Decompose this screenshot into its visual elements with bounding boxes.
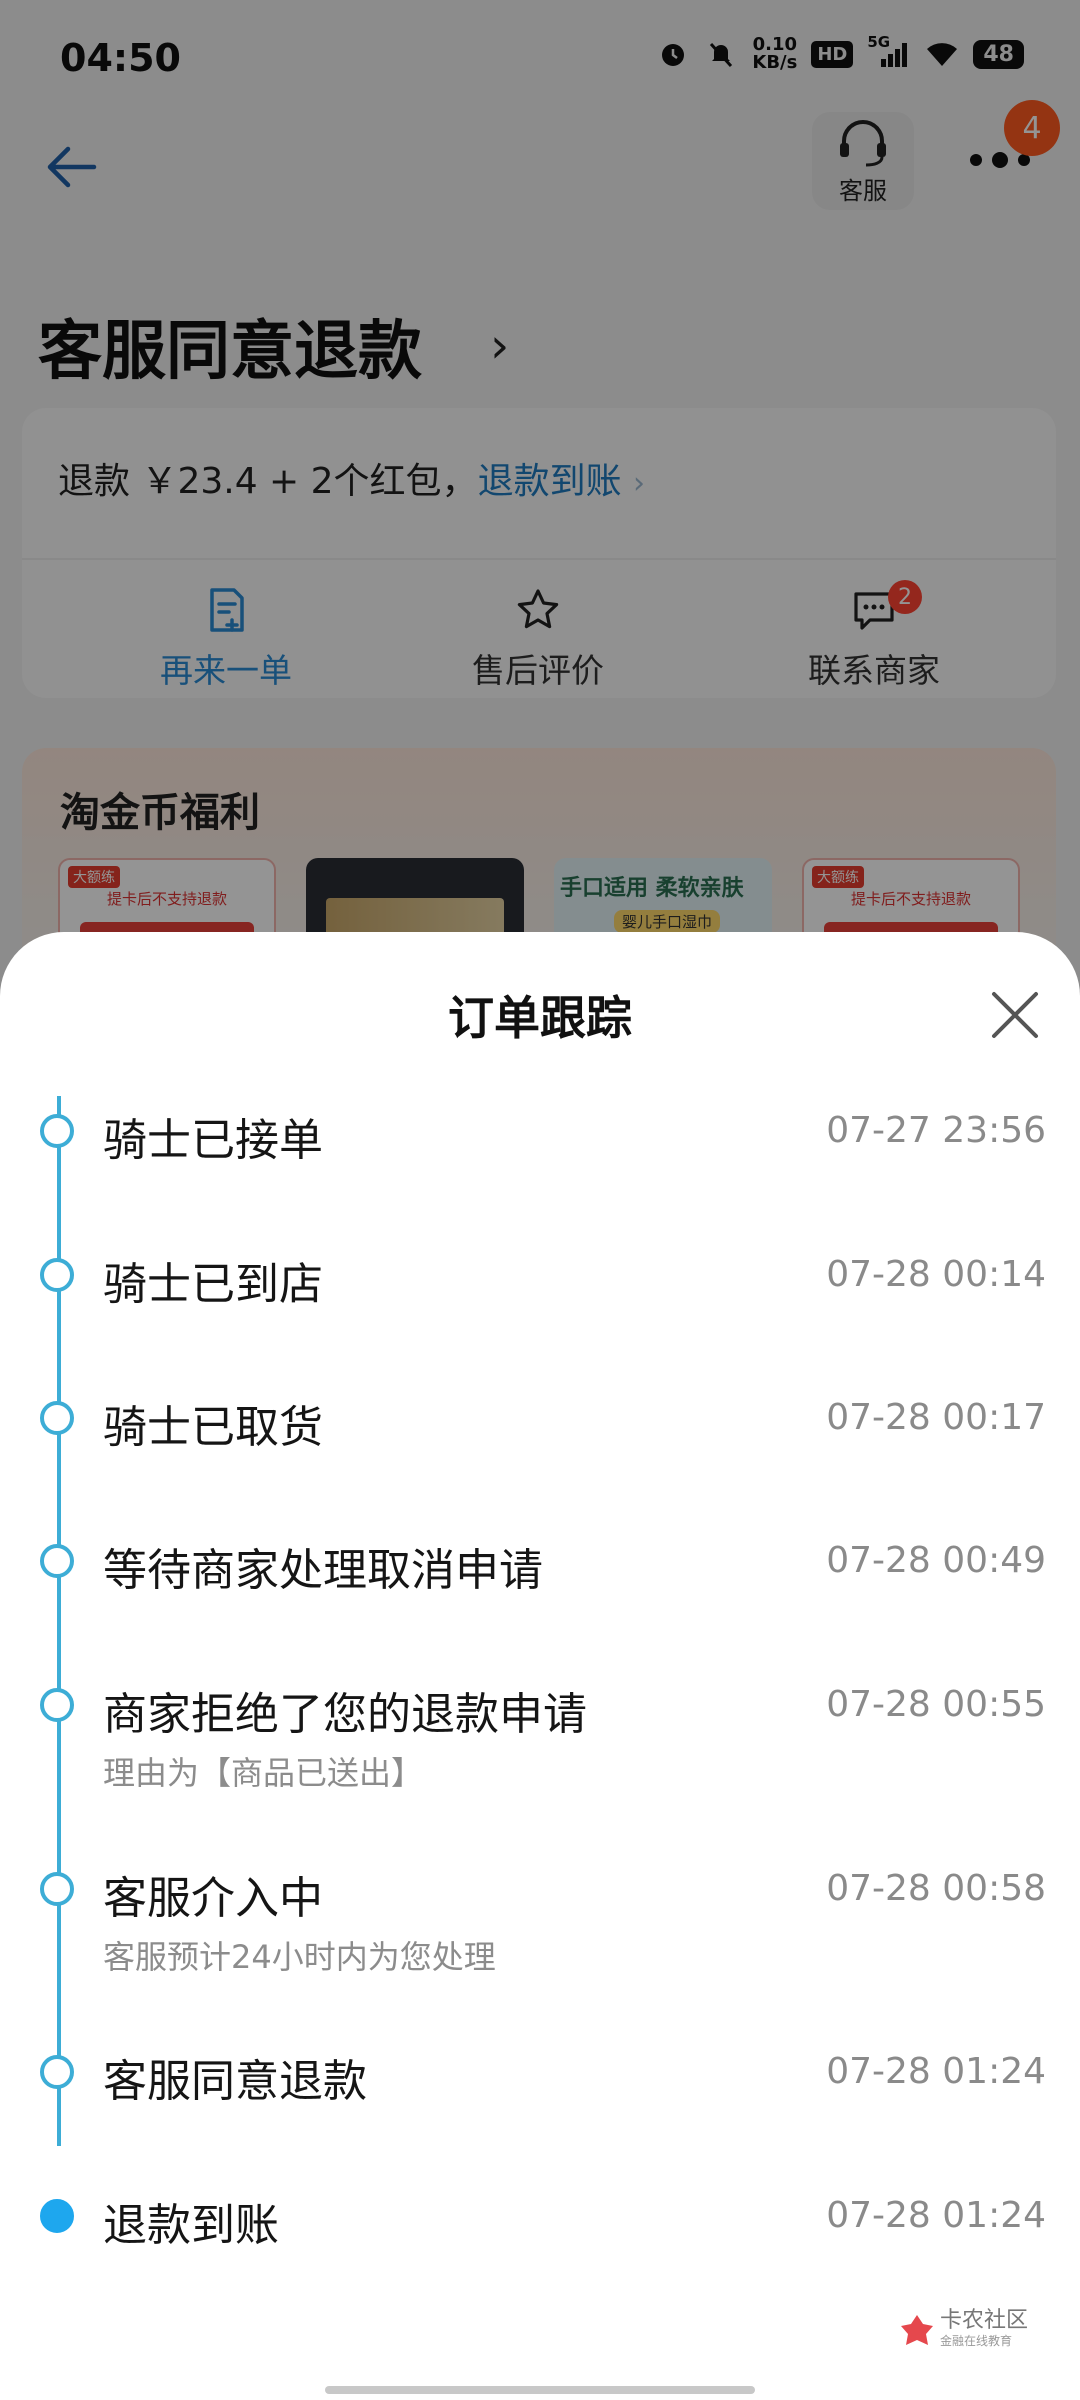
watermark-name: 卡农社区	[940, 2308, 1029, 2333]
close-icon[interactable]	[984, 984, 1046, 1046]
event-time: 07-28 00:58	[826, 1868, 1046, 1909]
timeline-dot	[40, 1258, 74, 1292]
event-time: 07-28 00:17	[826, 1397, 1046, 1438]
home-indicator[interactable]	[325, 2386, 755, 2394]
timeline-dot	[40, 1688, 74, 1722]
event-time: 07-28 01:24	[826, 2051, 1046, 2092]
event-title: 退款到账	[103, 2200, 279, 2251]
timeline-dot-current	[40, 2199, 74, 2233]
event-time: 07-28 01:24	[826, 2195, 1046, 2236]
sheet-title: 订单跟踪	[448, 991, 632, 1045]
event-time: 07-27 23:56	[826, 1110, 1046, 1151]
event-detail: 客服预计24小时内为您处理	[103, 1938, 496, 1976]
event-title: 商家拒绝了您的退款申请	[103, 1689, 587, 1740]
watermark-subtitle: 金融在线教育	[940, 2334, 1013, 2348]
event-title: 骑士已接单	[103, 1115, 323, 1166]
event-title: 等待商家处理取消申请	[103, 1545, 543, 1596]
event-title: 客服同意退款	[103, 2056, 367, 2107]
timeline-dot	[40, 1114, 74, 1148]
timeline-line	[57, 1096, 61, 2146]
timeline-dot	[40, 2055, 74, 2089]
event-title: 骑士已到店	[103, 1259, 323, 1310]
event-title: 客服介入中	[103, 1873, 323, 1924]
event-time: 07-28 00:49	[826, 1540, 1046, 1581]
kanong-logo-icon	[901, 2314, 933, 2345]
timeline-dot	[40, 1544, 74, 1578]
timeline-dot	[40, 1872, 74, 1906]
order-tracking-sheet: 订单跟踪 骑士已接单 07-27 23:56 骑士已到店 07-28 00:14…	[0, 932, 1080, 2400]
event-title: 骑士已取货	[103, 1402, 323, 1453]
timeline-dot	[40, 1401, 74, 1435]
watermark: 卡农社区 金融在线教育	[900, 2310, 1028, 2349]
event-detail: 理由为【商品已送出】	[103, 1754, 424, 1792]
event-time: 07-28 00:14	[826, 1254, 1046, 1295]
event-time: 07-28 00:55	[826, 1684, 1046, 1725]
